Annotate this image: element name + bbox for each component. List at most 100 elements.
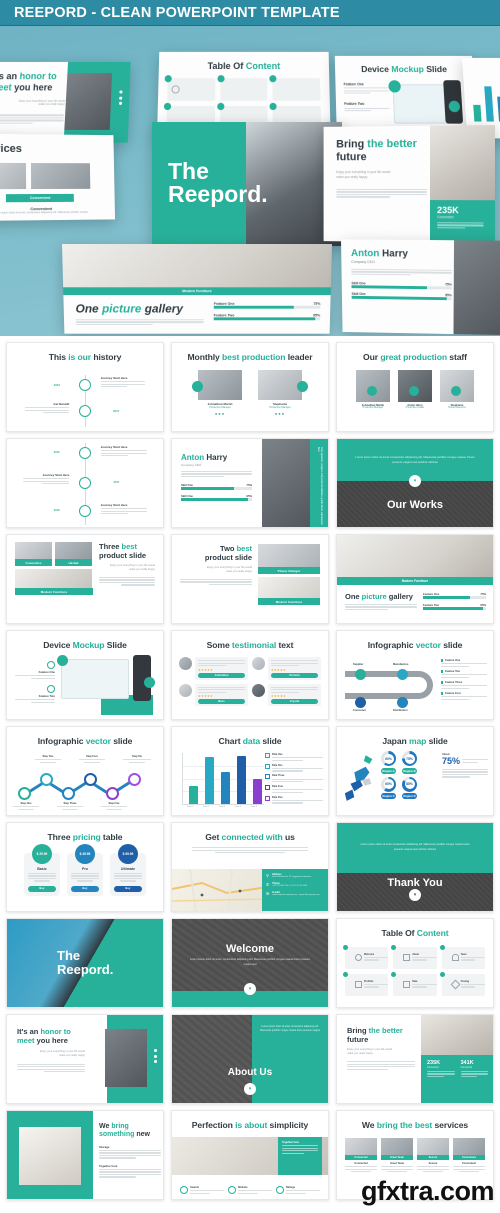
toc2-icon-0: [355, 954, 362, 961]
pricing-plan-1-cta[interactable]: Buy: [71, 886, 99, 892]
slide-card-bring-future[interactable]: Bring the better future Enjoy your every…: [336, 1014, 494, 1104]
japan-stat-value: 75%: [442, 756, 460, 766]
slide-card-chart-data[interactable]: Chart data slide Data 1 Data 2 Data 3 Da…: [171, 726, 329, 816]
pricing-plan-0[interactable]: $ 29.99 Basic Buy: [24, 853, 60, 896]
anton-skill-0-label: Skill One: [181, 483, 193, 487]
slide-card-perfection[interactable]: Perfection is about simplicity Together …: [171, 1110, 329, 1200]
japan-donut-1-value: 75%: [406, 757, 413, 761]
toc-item-0[interactable]: [167, 78, 215, 101]
pricing-plan-0-cta[interactable]: Buy: [28, 886, 56, 892]
three-product-title-line2: product slide: [99, 551, 146, 560]
bring-title-b: the better: [367, 138, 417, 150]
gallery-caption: Modern Furniture: [182, 289, 211, 293]
slide-card-history-2[interactable]: Journey Start Here Journey Start Here Jo…: [6, 438, 164, 528]
title-slide-line-1: The: [57, 949, 113, 963]
testimonial-btn-3[interactable]: Crystle: [271, 699, 318, 704]
testimonial-btn-1[interactable]: Christin: [271, 673, 318, 678]
testimonial-btn-0[interactable]: Johnathan: [198, 673, 245, 678]
toc2-item-2[interactable]: Team: [442, 947, 485, 969]
testimonial-avatar-2: [179, 684, 192, 697]
slide-card-anton-harry[interactable]: Anton Harry Company CEO Skill One 75% Sk…: [171, 438, 329, 528]
slide-card-something-new[interactable]: We bring something new Storage Together …: [6, 1110, 164, 1200]
toc2-item-4[interactable]: Data: [393, 974, 436, 996]
slide-card-contact[interactable]: Get connected with us ⚲ Address Jalan Me…: [171, 822, 329, 912]
road-node-1: [397, 669, 408, 680]
slide-card-japan-map[interactable]: Japan map slide 60% Region A 75% Region …: [336, 726, 494, 816]
profile-portrait: [453, 240, 500, 335]
about-us-scroll-icon[interactable]: ▾: [244, 1083, 256, 1095]
slide-card-two-product[interactable]: Two best product slide Enjoy your everyt…: [171, 534, 329, 624]
staff-1-icon: [409, 386, 419, 396]
steps-title: Infographic vector slide: [7, 737, 163, 747]
contact-panel: ⚲ Address Jalan Merdeka No 23, Yogyakart…: [262, 869, 328, 911]
slide-card-testimonial[interactable]: Some testimonial text ★★★★★ Johnathan ★★…: [171, 630, 329, 720]
hero-slide-gallery: Modern Furniture One picture gallery Fea…: [62, 244, 332, 334]
three-product-sub-b: make you really happy: [99, 568, 155, 572]
slide-card-welcome[interactable]: Welcome Lorem ipsum dolor sit amet, cons…: [171, 918, 329, 1008]
japan-region-2: Region C: [381, 793, 396, 799]
toc-item-1[interactable]: [220, 78, 268, 101]
leader-0-icon: [192, 381, 203, 392]
welcome-hero: Welcome Lorem ipsum dolor sit amet, cons…: [172, 919, 328, 991]
slide-card-one-picture-gallery[interactable]: Modern Furniture One picture gallery Fea…: [336, 534, 494, 624]
device2-laptop: [61, 659, 129, 699]
slide-card-pricing[interactable]: Three pricing table $ 29.99 Basic Buy $ …: [6, 822, 164, 912]
pricing-plan-1-price: $ 49.99: [75, 844, 95, 864]
slide-card-infographic-road[interactable]: Infographic vector slide Supplier Manufa…: [336, 630, 494, 720]
something-new-line2-b: new: [134, 1131, 150, 1138]
slide-card-device-mockup[interactable]: Device Mockup Slide Feature One Feature …: [6, 630, 164, 720]
japan-donut-2-value: 60%: [385, 782, 392, 786]
slide-card-title-slide[interactable]: The Reepord.: [6, 918, 164, 1008]
website-icon: [228, 1186, 236, 1194]
toc2-item-0[interactable]: Welcome: [345, 947, 388, 969]
timeline2-1-date: 2017: [114, 481, 120, 484]
pricing-plan-2-cta[interactable]: Buy: [114, 886, 142, 892]
pricing-plan-1[interactable]: $ 49.99 Pro Buy: [67, 853, 103, 896]
slide-card-monthly-leader[interactable]: Monthly best production leader Johnathan…: [171, 342, 329, 432]
toc2-item-5[interactable]: Closing: [442, 974, 485, 996]
our-works-scroll-icon[interactable]: ▾: [409, 475, 421, 487]
slide-card-three-product[interactable]: Cosmetics Herbal Modern Furniture Three …: [6, 534, 164, 624]
toc-title-b: Content: [246, 61, 280, 71]
step-node-4: [106, 787, 119, 800]
testimonial-stars-2: ★★★★★: [198, 694, 245, 698]
legend-label-2: Data Three: [272, 774, 323, 777]
slide-card-our-works[interactable]: Lorem ipsum dolor sit amet consectetur a…: [336, 438, 494, 528]
chart-bar-1: [205, 757, 214, 804]
hero-slide-title: The Reepord.: [152, 122, 342, 246]
leader-1-role: Production Manager: [258, 406, 302, 409]
road-feature-2: Feature Three: [441, 681, 487, 684]
perfection-item-0: Awards: [180, 1186, 224, 1195]
testimonial-btn-2[interactable]: Bass: [198, 699, 245, 704]
slide-card-history[interactable]: This is our history Journey Start Here G…: [6, 342, 164, 432]
slide-card-infographic-steps[interactable]: Infographic vector slide Step One Step T…: [6, 726, 164, 816]
slide-card-thank-you[interactable]: Lorem ipsum dolor sit amet consectetur a…: [336, 822, 494, 912]
profile-skill-0-track: [351, 285, 451, 289]
bring-title-c: future: [336, 151, 366, 163]
toc2-item-3[interactable]: Portfolio: [345, 974, 388, 996]
pricing-plan-2[interactable]: $ 69.99 Ultimate Buy: [110, 853, 146, 896]
thank-you-scroll-icon[interactable]: ▾: [409, 889, 421, 901]
slide-card-production-staff[interactable]: Our great production staff Johnathan Mar…: [336, 342, 494, 432]
device-title-c: Slide: [426, 64, 447, 74]
services-image-2: [31, 163, 90, 189]
three-product-label-2: Modern Furniture: [15, 588, 93, 595]
about-us-title: About Us: [228, 1067, 272, 1078]
toc2-bullet-2: [440, 945, 445, 950]
hero-slide-bring: Bring the better future Enjoy your every…: [324, 125, 495, 243]
slide-card-honor[interactable]: It's an honor to meet you here Enjoy you…: [6, 1014, 164, 1104]
toc2-item-1[interactable]: About: [393, 947, 436, 969]
bring-stat-panel: 235K Connected: [430, 200, 495, 243]
slide-card-table-of-content[interactable]: Table Of Content Welcome About Team Port…: [336, 918, 494, 1008]
three-product-label-1: Herbal: [55, 559, 92, 566]
services2-name-2: Secure: [417, 1162, 449, 1165]
toc-item-2[interactable]: [273, 78, 321, 101]
welcome-scroll-icon[interactable]: ▾: [244, 983, 256, 995]
contact-map[interactable]: [172, 869, 268, 911]
slide-card-about-us[interactable]: Lorem ipsum dolor sit amet consectetur a…: [171, 1014, 329, 1104]
road-feature-1: Feature Two: [441, 670, 487, 673]
three-product-label-0: Cosmetics: [15, 559, 52, 566]
pricing-plan-0-price: $ 29.99: [32, 844, 52, 864]
leader-0-role: Production Manager: [198, 406, 242, 409]
bring2-stat-1-label: Connected: [461, 1066, 489, 1069]
